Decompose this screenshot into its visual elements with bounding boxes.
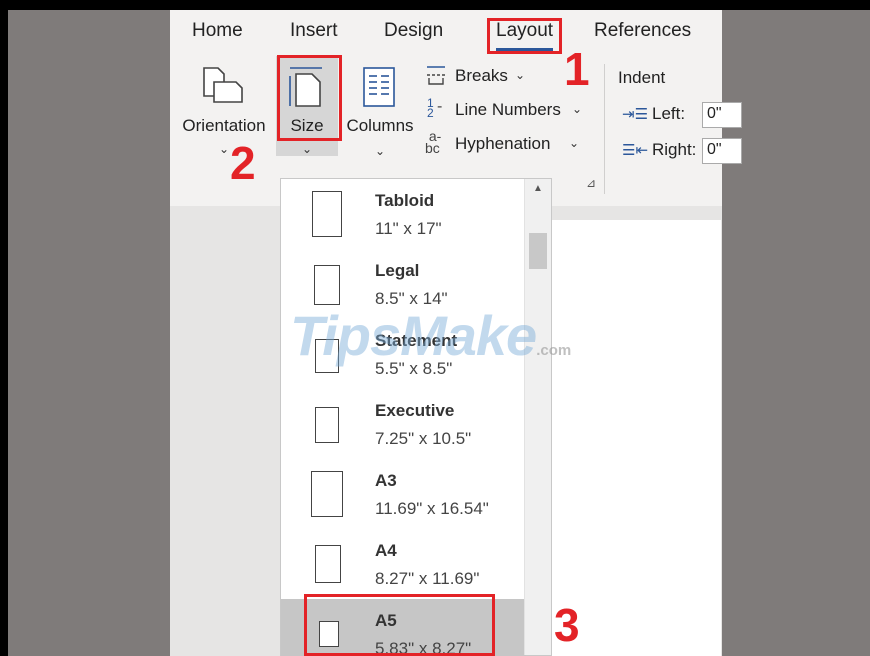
line-numbers-button[interactable]: 12 - Line Numbers ⌄ <box>425 96 585 124</box>
tab-references[interactable]: References <box>594 20 691 42</box>
dropdown-scrollbar[interactable]: ▲ <box>524 179 551 655</box>
paper-icon <box>312 191 342 237</box>
step-number-3: 3 <box>554 599 580 651</box>
chevron-down-icon: ⌄ <box>375 144 386 158</box>
columns-icon <box>363 67 395 107</box>
columns-button[interactable]: Columns ⌄ <box>342 62 418 162</box>
paper-icon <box>314 265 340 305</box>
step-number-2: 2 <box>230 137 256 189</box>
paper-size-name: A4 <box>375 541 397 560</box>
breaks-label: Breaks <box>455 66 508 85</box>
indent-heading: Indent <box>618 68 666 87</box>
highlight-box-layout <box>487 18 562 54</box>
paper-icon <box>315 407 339 443</box>
word-window: Home Insert Design Layout References Ori… <box>170 10 742 656</box>
paper-icon <box>311 471 343 517</box>
paper-size-dimensions: 7.25" x 10.5" <box>375 429 472 448</box>
screenshot-frame: Home Insert Design Layout References Ori… <box>8 10 870 656</box>
indent-right-label: Right: <box>652 140 697 159</box>
step-number-1: 1 <box>564 43 590 95</box>
chevron-down-icon: ⌄ <box>302 142 313 156</box>
chevron-down-icon: ⌄ <box>219 142 230 156</box>
orientation-icon <box>203 67 243 103</box>
paper-size-name: Executive <box>375 401 455 420</box>
indent-left-label: Left: <box>652 104 686 123</box>
group-separator <box>604 64 605 194</box>
paper-size-name: A3 <box>375 471 397 490</box>
paper-size-executive[interactable]: Executive 7.25" x 10.5" <box>281 389 526 459</box>
scroll-up-arrow-icon[interactable]: ▲ <box>533 183 543 194</box>
paper-size-tabloid[interactable]: Tabloid 11" x 17" <box>281 179 526 249</box>
paper-size-a3[interactable]: A3 11.69" x 16.54" <box>281 459 526 529</box>
paper-size-dimensions: 8.27" x 11.69" <box>375 569 480 588</box>
highlight-box-a5 <box>304 594 495 656</box>
breaks-icon <box>427 66 445 85</box>
breaks-button[interactable]: Breaks ⌄ <box>425 64 535 90</box>
chevron-down-icon: ⌄ <box>569 136 580 150</box>
highlight-box-size <box>277 55 342 141</box>
paper-size-statement[interactable]: Statement 5.5" x 8.5" <box>281 319 526 389</box>
paper-size-dimensions: 5.5" x 8.5" <box>375 359 453 378</box>
indent-right-field[interactable]: 0" <box>702 138 742 164</box>
scroll-thumb[interactable] <box>529 233 547 269</box>
chevron-down-icon: ⌄ <box>572 102 583 116</box>
indent-left-icon: ⇥☰ <box>622 106 649 123</box>
paper-size-name: Tabloid <box>375 191 435 210</box>
paper-size-dimensions: 11.69" x 16.54" <box>375 499 489 518</box>
paper-size-a4[interactable]: A4 8.27" x 11.69" <box>281 529 526 599</box>
paper-size-name: Statement <box>375 331 458 350</box>
hyphenation-icon: a-bc <box>425 128 442 156</box>
paper-size-legal[interactable]: Legal 8.5" x 14" <box>281 249 526 319</box>
tab-insert[interactable]: Insert <box>290 20 338 42</box>
paper-icon <box>315 339 339 373</box>
line-numbers-icon: 12 <box>427 96 434 120</box>
tab-home[interactable]: Home <box>192 20 243 42</box>
paper-icon <box>315 545 341 583</box>
tab-design[interactable]: Design <box>384 20 443 42</box>
hyphenation-label: Hyphenation <box>455 134 551 153</box>
indent-left-field[interactable]: 0" <box>702 102 742 128</box>
paper-size-dimensions: 8.5" x 14" <box>375 289 448 308</box>
document-page[interactable] <box>542 220 721 656</box>
paper-size-name: Legal <box>375 261 420 280</box>
hyphenation-button[interactable]: a-bc Hyphenation ⌄ <box>425 128 585 158</box>
paper-size-dimensions: 11" x 17" <box>375 219 442 238</box>
orientation-label: Orientation <box>182 116 266 135</box>
columns-label: Columns <box>346 116 414 135</box>
indent-right-icon: ☰⇤ <box>622 142 649 159</box>
dialog-launcher-icon[interactable]: ⊿ <box>586 176 596 190</box>
paper-size-dropdown: Tabloid 11" x 17" Legal 8.5" x 14" State… <box>280 178 552 656</box>
line-numbers-label: Line Numbers <box>455 100 561 119</box>
chevron-down-icon: ⌄ <box>515 68 526 82</box>
